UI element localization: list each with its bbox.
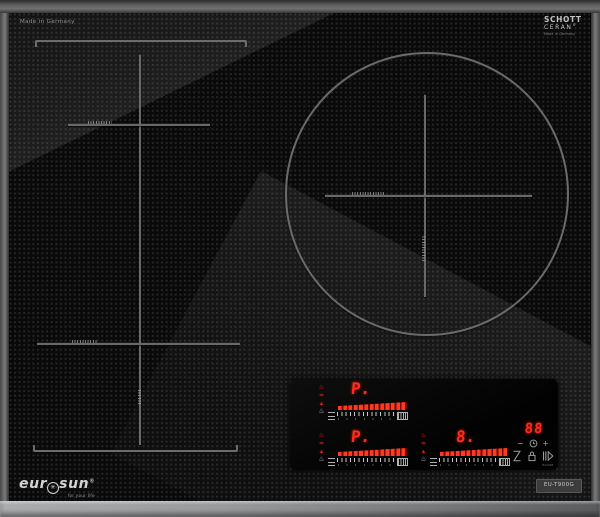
melt-icon[interactable]: ▴ <box>320 400 323 407</box>
schott-logo-line2: CERAN® <box>544 22 578 31</box>
zone-front-right-power-slider[interactable] <box>430 457 510 467</box>
induction-hob: Made in Germany SCHOTT CERAN® Made in Ge… <box>0 0 600 517</box>
flex-zone-rear-cross-line <box>68 124 210 126</box>
zone-front-left-function-keys[interactable]: ♨ ≈ ▴ ♨ <box>316 432 327 463</box>
touch-control-panel: ♨ ≈ ▴ ♨ P. ♨ ≈ ▴ ♨ P. ♨ ≈ ▴ ♨ 8. 88 − + … <box>290 379 558 470</box>
keep-warm-icon[interactable]: ♨ <box>421 432 426 439</box>
zone-front-right-function-keys[interactable]: ♨ ≈ ▴ ♨ <box>418 432 429 463</box>
simmer-icon[interactable]: ≈ <box>421 440 426 447</box>
child-lock-button[interactable] <box>527 450 537 462</box>
zone-microtext <box>88 121 112 124</box>
zone-front-right-power-display: 8. <box>455 427 477 446</box>
slider-scale-ticks[interactable] <box>439 457 497 467</box>
simmer-icon[interactable]: ≈ <box>319 392 324 399</box>
slider-scale-ticks[interactable] <box>337 411 395 421</box>
zone-front-left-power-slider[interactable] <box>328 457 408 467</box>
zone-microtext <box>138 389 141 404</box>
slider-off-icon[interactable] <box>328 458 335 466</box>
timer-minus-button[interactable]: − <box>517 439 524 448</box>
slider-off-icon[interactable] <box>328 412 335 420</box>
zone-front-right-level-bar <box>440 448 507 456</box>
zone-rear-left-power-display: P. <box>350 379 372 398</box>
frame-front-edge <box>0 501 600 517</box>
zone-rear-left-level-bar <box>338 402 407 410</box>
keep-warm-icon[interactable]: ♨ <box>319 384 324 391</box>
chef-function-icon[interactable]: ♨ <box>420 456 426 463</box>
eurosun-fan-o-icon: ✳ <box>47 482 60 494</box>
timer-display: 88 <box>523 421 545 437</box>
slider-off-icon[interactable] <box>430 458 437 466</box>
zone-rear-left-function-keys[interactable]: ♨ ≈ ▴ ♨ <box>316 384 327 415</box>
large-zone-cross-horizontal <box>325 195 532 197</box>
schott-ceran-logo: SCHOTT CERAN® Made in Germany <box>544 16 582 36</box>
model-number-badge: EU-T900G <box>536 479 582 493</box>
flex-zone-center-line <box>139 55 141 445</box>
clock-icon <box>529 439 538 448</box>
ceramic-glass-surface: Made in Germany SCHOTT CERAN® Made in Ge… <box>9 13 591 501</box>
slider-scale-ticks[interactable] <box>337 457 395 467</box>
common-function-keys: PAUSE <box>512 450 554 467</box>
slider-boost-icon[interactable] <box>397 458 408 466</box>
zone-front-left-level-bar <box>338 448 407 456</box>
flex-zone-bottom-bracket <box>33 445 238 452</box>
large-zone-ring <box>285 52 569 336</box>
chef-function-icon[interactable]: ♨ <box>318 456 324 463</box>
frame-right-edge <box>591 0 600 517</box>
melt-icon[interactable]: ▴ <box>320 448 323 455</box>
melt-icon[interactable]: ▴ <box>422 448 425 455</box>
frame-left-edge <box>0 0 9 517</box>
schott-logo-line3: Made in Germany <box>544 31 576 36</box>
zone-front-left-power-display: P. <box>350 427 372 446</box>
flex-zone-top-bracket <box>35 40 247 47</box>
timer-adjust-keys: − + <box>517 439 549 448</box>
simmer-icon[interactable]: ≈ <box>319 440 324 447</box>
flex-zone-front-cross-line <box>37 343 240 345</box>
slider-boost-icon[interactable] <box>499 458 510 466</box>
pause-play-button[interactable]: PAUSE <box>542 450 554 467</box>
pause-label: PAUSE <box>542 463 554 467</box>
zone-microtext <box>352 192 385 195</box>
keep-warm-icon[interactable]: ♨ <box>319 432 324 439</box>
zone-microtext <box>72 340 98 343</box>
timer-plus-button[interactable]: + <box>542 439 549 448</box>
zone-rear-left-power-slider[interactable] <box>328 411 408 421</box>
minute-minder-button[interactable] <box>512 450 522 462</box>
slider-boost-icon[interactable] <box>397 412 408 420</box>
frame-top-edge <box>0 0 600 13</box>
made-in-germany-label: Made in Germany <box>20 19 75 25</box>
zone-microtext <box>422 235 425 261</box>
eurosun-logo: eur ✳ sun® for your life <box>19 476 95 498</box>
chef-function-icon[interactable]: ♨ <box>318 408 324 415</box>
